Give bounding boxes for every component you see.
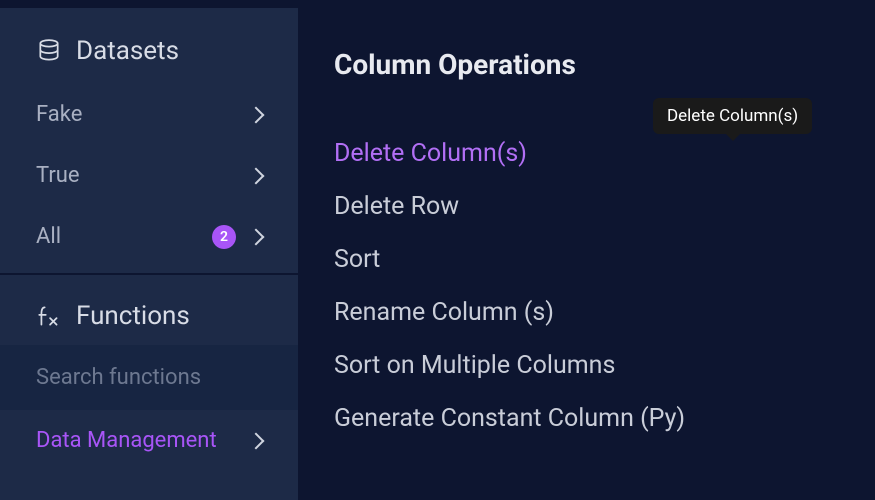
sidebar: Datasets Fake True All 2 xyxy=(0,8,298,500)
op-generate-constant[interactable]: Generate Constant Column (Py) xyxy=(334,404,839,433)
database-icon xyxy=(36,38,62,64)
tooltip: Delete Column(s) xyxy=(653,98,812,134)
datasets-section-header: Datasets xyxy=(0,8,298,84)
fx-icon xyxy=(36,303,62,329)
chevron-right-icon xyxy=(248,106,265,123)
sidebar-item-true[interactable]: True xyxy=(0,145,298,206)
topbar xyxy=(0,0,875,8)
op-delete-row[interactable]: Delete Row xyxy=(334,192,839,221)
count-badge: 2 xyxy=(212,225,236,249)
sidebar-item-label: Data Management xyxy=(36,428,217,453)
chevron-right-icon xyxy=(248,432,265,449)
chevron-right-icon xyxy=(248,167,265,184)
tooltip-text: Delete Column(s) xyxy=(667,106,798,126)
op-delete-columns[interactable]: Delete Column(s) xyxy=(334,139,839,168)
operations-list: Delete Column(s) Delete Row Sort Rename … xyxy=(334,139,839,433)
sidebar-item-label: Fake xyxy=(36,102,82,127)
functions-section-header: Functions xyxy=(0,275,298,345)
functions-title: Functions xyxy=(76,301,190,331)
op-sort-multiple[interactable]: Sort on Multiple Columns xyxy=(334,351,839,380)
sidebar-item-all[interactable]: All 2 xyxy=(0,206,298,267)
sidebar-item-label: True xyxy=(36,163,80,188)
op-sort[interactable]: Sort xyxy=(334,245,839,274)
sidebar-item-label: All xyxy=(36,224,61,249)
main-panel: Column Operations Delete Column(s) Delet… xyxy=(298,8,875,500)
chevron-right-icon xyxy=(248,228,265,245)
search-input[interactable]: Search functions xyxy=(0,345,298,410)
page-title: Column Operations xyxy=(334,48,839,81)
sidebar-item-fake[interactable]: Fake xyxy=(0,84,298,145)
sidebar-item-data-management[interactable]: Data Management xyxy=(0,410,298,471)
datasets-title: Datasets xyxy=(76,36,179,66)
op-rename-column[interactable]: Rename Column (s) xyxy=(334,298,839,327)
search-placeholder: Search functions xyxy=(36,365,201,390)
